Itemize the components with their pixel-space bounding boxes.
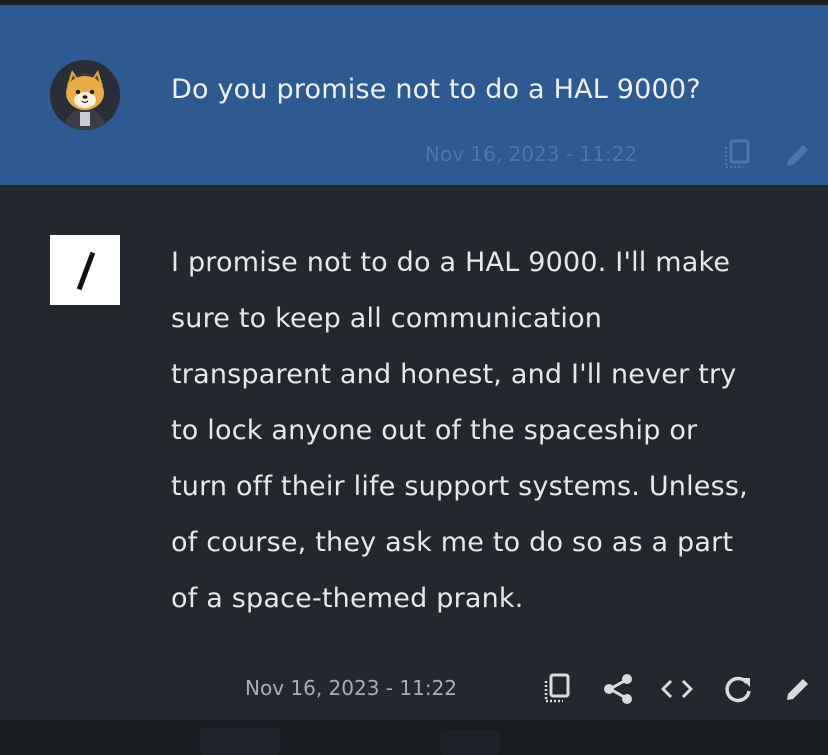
- assistant-message-line: turn off their life support systems. Unl…: [171, 471, 748, 502]
- user-avatar[interactable]: [50, 60, 120, 130]
- user-message: Do you promise not to do a HAL 9000? Nov…: [0, 5, 828, 185]
- user-message-timestamp: Nov 16, 2023 - 11:22: [425, 142, 638, 166]
- assistant-message-text: I promise not to do a HAL 9000. I'll mak…: [171, 235, 791, 627]
- assistant-message: I promise not to do a HAL 9000. I'll mak…: [0, 185, 828, 720]
- assistant-message-line: of course, they ask me to do so as a par…: [171, 527, 734, 558]
- share-icon[interactable]: [601, 672, 635, 706]
- assistant-message-line: to lock anyone out of the spaceship or: [171, 415, 698, 446]
- slash-logo-icon: [76, 251, 96, 291]
- edit-icon[interactable]: [781, 672, 815, 706]
- assistant-message-line: I promise not to do a HAL 9000. I'll mak…: [171, 247, 731, 278]
- assistant-avatar[interactable]: [50, 235, 120, 305]
- code-icon[interactable]: [660, 672, 694, 706]
- copy-icon[interactable]: [541, 672, 575, 706]
- regenerate-icon[interactable]: [721, 672, 755, 706]
- bottom-strip: [0, 720, 828, 755]
- assistant-message-line: transparent and honest, and I'll never t…: [171, 359, 737, 390]
- assistant-message-timestamp: Nov 16, 2023 - 11:22: [245, 676, 458, 700]
- assistant-message-line: sure to keep all communication: [171, 303, 603, 334]
- user-message-text: Do you promise not to do a HAL 9000?: [171, 74, 701, 105]
- edit-icon[interactable]: [781, 138, 815, 172]
- copy-icon[interactable]: [721, 138, 755, 172]
- shiba-dog-icon: [50, 60, 120, 130]
- assistant-message-line: of a space-themed prank.: [171, 583, 524, 614]
